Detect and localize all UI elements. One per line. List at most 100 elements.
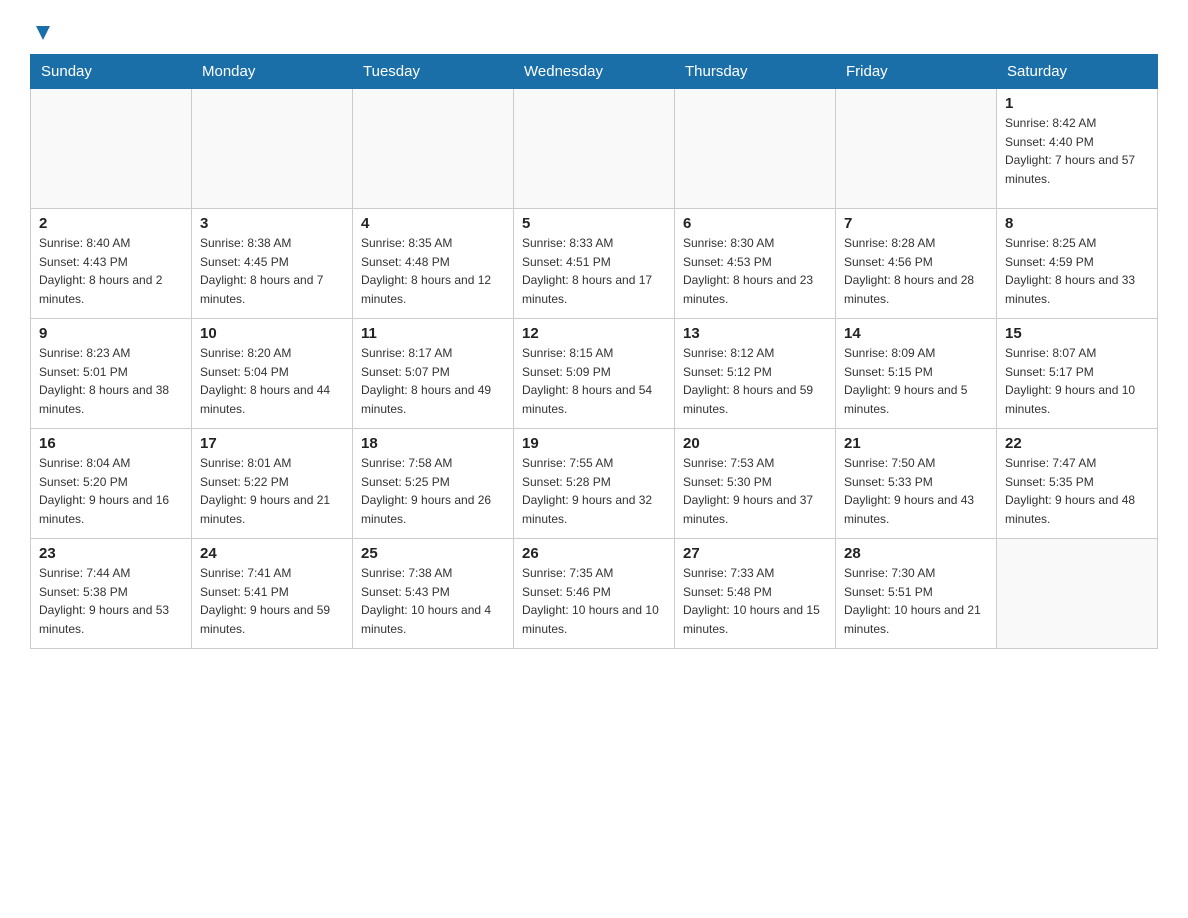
- calendar-cell: 10 Sunrise: 8:20 AM Sunset: 5:04 PM Dayli…: [192, 319, 353, 429]
- day-info: Sunrise: 8:01 AM Sunset: 5:22 PM Dayligh…: [200, 454, 344, 528]
- day-number: 10: [200, 325, 344, 342]
- day-info: Sunrise: 8:23 AM Sunset: 5:01 PM Dayligh…: [39, 344, 183, 418]
- day-info: Sunrise: 7:58 AM Sunset: 5:25 PM Dayligh…: [361, 454, 505, 528]
- day-number: 25: [361, 545, 505, 562]
- day-number: 15: [1005, 325, 1149, 342]
- day-info: Sunrise: 7:55 AM Sunset: 5:28 PM Dayligh…: [522, 454, 666, 528]
- day-number: 11: [361, 325, 505, 342]
- calendar-cell: [514, 89, 675, 209]
- weekday-header-thursday: Thursday: [675, 55, 836, 89]
- calendar-cell: 5 Sunrise: 8:33 AM Sunset: 4:51 PM Daylig…: [514, 209, 675, 319]
- day-info: Sunrise: 8:04 AM Sunset: 5:20 PM Dayligh…: [39, 454, 183, 528]
- calendar-cell: 19 Sunrise: 7:55 AM Sunset: 5:28 PM Dayli…: [514, 429, 675, 539]
- day-number: 17: [200, 435, 344, 452]
- calendar-cell: 17 Sunrise: 8:01 AM Sunset: 5:22 PM Dayli…: [192, 429, 353, 539]
- calendar-cell: 28 Sunrise: 7:30 AM Sunset: 5:51 PM Dayli…: [836, 539, 997, 649]
- day-number: 12: [522, 325, 666, 342]
- weekday-header-sunday: Sunday: [31, 55, 192, 89]
- weekday-header-wednesday: Wednesday: [514, 55, 675, 89]
- calendar-cell: 15 Sunrise: 8:07 AM Sunset: 5:17 PM Dayli…: [997, 319, 1158, 429]
- weekday-header-monday: Monday: [192, 55, 353, 89]
- calendar-cell: 2Sunrise: 8:40 AM Sunset: 4:43 PM Daylig…: [31, 209, 192, 319]
- day-number: 14: [844, 325, 988, 342]
- calendar-cell: 27 Sunrise: 7:33 AM Sunset: 5:48 PM Dayli…: [675, 539, 836, 649]
- calendar-cell: [675, 89, 836, 209]
- calendar-cell: 24 Sunrise: 7:41 AM Sunset: 5:41 PM Dayli…: [192, 539, 353, 649]
- weekday-header-friday: Friday: [836, 55, 997, 89]
- day-number: 20: [683, 435, 827, 452]
- calendar-cell: 4Sunrise: 8:35 AM Sunset: 4:48 PM Daylig…: [353, 209, 514, 319]
- day-number: 13: [683, 325, 827, 342]
- calendar-cell: 20 Sunrise: 7:53 AM Sunset: 5:30 PM Dayli…: [675, 429, 836, 539]
- day-info: Sunrise: 7:53 AM Sunset: 5:30 PM Dayligh…: [683, 454, 827, 528]
- day-number: 23: [39, 545, 183, 562]
- logo-triangle-icon: [32, 22, 54, 44]
- day-number: 21: [844, 435, 988, 452]
- day-number: 19: [522, 435, 666, 452]
- day-number: 7: [844, 215, 988, 232]
- day-number: 18: [361, 435, 505, 452]
- day-info: Sunrise: 8:25 AM Sunset: 4:59 PM Dayligh…: [1005, 234, 1149, 308]
- day-info: Sunrise: 7:30 AM Sunset: 5:51 PM Dayligh…: [844, 564, 988, 638]
- day-number: 9: [39, 325, 183, 342]
- day-number: 1: [1005, 95, 1149, 112]
- calendar-cell: 14 Sunrise: 8:09 AM Sunset: 5:15 PM Dayli…: [836, 319, 997, 429]
- calendar-cell: [192, 89, 353, 209]
- day-number: 5: [522, 215, 666, 232]
- day-number: 26: [522, 545, 666, 562]
- day-info: Sunrise: 7:50 AM Sunset: 5:33 PM Dayligh…: [844, 454, 988, 528]
- calendar-cell: 23 Sunrise: 7:44 AM Sunset: 5:38 PM Dayli…: [31, 539, 192, 649]
- weekday-header-saturday: Saturday: [997, 55, 1158, 89]
- week-row-2: 2Sunrise: 8:40 AM Sunset: 4:43 PM Daylig…: [31, 209, 1158, 319]
- calendar-cell: 1 Sunrise: 8:42 AM Sunset: 4:40 PM Daylig…: [997, 89, 1158, 209]
- day-info: Sunrise: 8:17 AM Sunset: 5:07 PM Dayligh…: [361, 344, 505, 418]
- day-info: Sunrise: 8:38 AM Sunset: 4:45 PM Dayligh…: [200, 234, 344, 308]
- day-info: Sunrise: 8:07 AM Sunset: 5:17 PM Dayligh…: [1005, 344, 1149, 418]
- calendar-cell: [836, 89, 997, 209]
- calendar-cell: 6 Sunrise: 8:30 AM Sunset: 4:53 PM Daylig…: [675, 209, 836, 319]
- calendar-cell: 8 Sunrise: 8:25 AM Sunset: 4:59 PM Daylig…: [997, 209, 1158, 319]
- calendar-cell: [997, 539, 1158, 649]
- calendar-cell: 13 Sunrise: 8:12 AM Sunset: 5:12 PM Dayli…: [675, 319, 836, 429]
- day-info: Sunrise: 7:33 AM Sunset: 5:48 PM Dayligh…: [683, 564, 827, 638]
- calendar-cell: [353, 89, 514, 209]
- day-info: Sunrise: 7:41 AM Sunset: 5:41 PM Dayligh…: [200, 564, 344, 638]
- day-info: Sunrise: 7:35 AM Sunset: 5:46 PM Dayligh…: [522, 564, 666, 638]
- calendar-cell: 11 Sunrise: 8:17 AM Sunset: 5:07 PM Dayli…: [353, 319, 514, 429]
- week-row-5: 23 Sunrise: 7:44 AM Sunset: 5:38 PM Dayli…: [31, 539, 1158, 649]
- week-row-4: 16 Sunrise: 8:04 AM Sunset: 5:20 PM Dayli…: [31, 429, 1158, 539]
- day-number: 6: [683, 215, 827, 232]
- page-header: [30, 20, 1158, 44]
- day-number: 2: [39, 215, 183, 232]
- day-info: Sunrise: 7:47 AM Sunset: 5:35 PM Dayligh…: [1005, 454, 1149, 528]
- day-number: 24: [200, 545, 344, 562]
- day-info: Sunrise: 8:30 AM Sunset: 4:53 PM Dayligh…: [683, 234, 827, 308]
- day-info: Sunrise: 8:35 AM Sunset: 4:48 PM Dayligh…: [361, 234, 505, 308]
- day-info: Sunrise: 7:38 AM Sunset: 5:43 PM Dayligh…: [361, 564, 505, 638]
- day-number: 8: [1005, 215, 1149, 232]
- week-row-1: 1 Sunrise: 8:42 AM Sunset: 4:40 PM Daylig…: [31, 89, 1158, 209]
- day-info: Sunrise: 8:09 AM Sunset: 5:15 PM Dayligh…: [844, 344, 988, 418]
- day-info: Sunrise: 8:15 AM Sunset: 5:09 PM Dayligh…: [522, 344, 666, 418]
- calendar-cell: 3 Sunrise: 8:38 AM Sunset: 4:45 PM Daylig…: [192, 209, 353, 319]
- day-info: Sunrise: 7:44 AM Sunset: 5:38 PM Dayligh…: [39, 564, 183, 638]
- week-row-3: 9 Sunrise: 8:23 AM Sunset: 5:01 PM Daylig…: [31, 319, 1158, 429]
- day-number: 16: [39, 435, 183, 452]
- weekday-header-row: SundayMondayTuesdayWednesdayThursdayFrid…: [31, 55, 1158, 89]
- day-info: Sunrise: 8:20 AM Sunset: 5:04 PM Dayligh…: [200, 344, 344, 418]
- weekday-header-tuesday: Tuesday: [353, 55, 514, 89]
- day-number: 28: [844, 545, 988, 562]
- day-number: 3: [200, 215, 344, 232]
- calendar-cell: 26 Sunrise: 7:35 AM Sunset: 5:46 PM Dayli…: [514, 539, 675, 649]
- day-info: Sunrise: 8:33 AM Sunset: 4:51 PM Dayligh…: [522, 234, 666, 308]
- calendar-cell: 9 Sunrise: 8:23 AM Sunset: 5:01 PM Daylig…: [31, 319, 192, 429]
- calendar-table: SundayMondayTuesdayWednesdayThursdayFrid…: [30, 54, 1158, 649]
- day-number: 27: [683, 545, 827, 562]
- calendar-cell: 16 Sunrise: 8:04 AM Sunset: 5:20 PM Dayli…: [31, 429, 192, 539]
- day-number: 22: [1005, 435, 1149, 452]
- calendar-cell: 25 Sunrise: 7:38 AM Sunset: 5:43 PM Dayli…: [353, 539, 514, 649]
- day-info: Sunrise: 8:12 AM Sunset: 5:12 PM Dayligh…: [683, 344, 827, 418]
- logo: [30, 20, 54, 44]
- calendar-cell: 18 Sunrise: 7:58 AM Sunset: 5:25 PM Dayli…: [353, 429, 514, 539]
- day-info: Sunrise: 8:42 AM Sunset: 4:40 PM Dayligh…: [1005, 114, 1149, 188]
